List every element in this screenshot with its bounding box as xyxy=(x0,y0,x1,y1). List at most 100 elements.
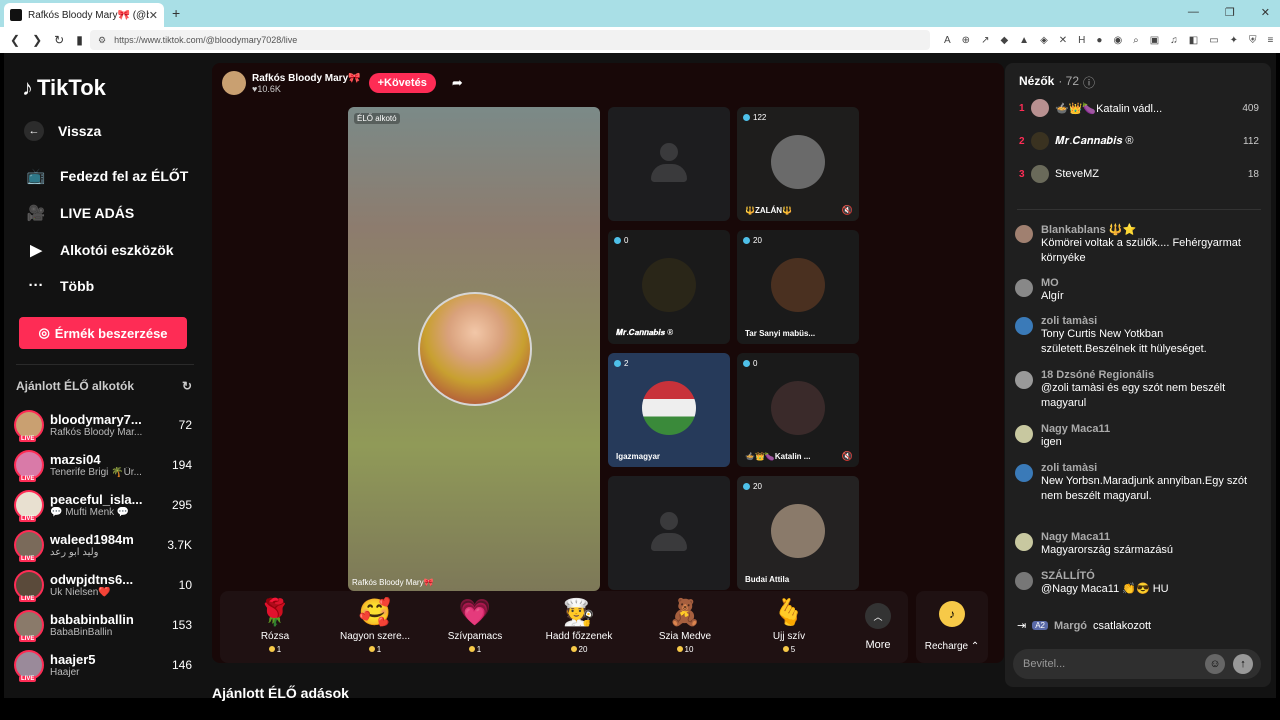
help-icon[interactable]: ⓘ xyxy=(1083,74,1095,91)
share-page-icon[interactable]: ↗ xyxy=(981,35,989,46)
chat-input[interactable]: Bevitel... ☺ ↑ xyxy=(1013,649,1261,679)
extension-icon[interactable]: ◈ xyxy=(1040,35,1048,46)
minimize-icon[interactable]: — xyxy=(1188,6,1199,19)
follow-button[interactable]: +Követés xyxy=(368,73,436,93)
chat-user[interactable]: zoli tamàsi xyxy=(1041,462,1255,474)
extension-icon[interactable]: ⌕ xyxy=(1133,35,1139,46)
creator-item[interactable]: LIVE peaceful_isla... 💬 Mufti Menk 💬 295 xyxy=(14,487,194,523)
forward-icon[interactable]: ❯ xyxy=(32,33,42,47)
chat-user[interactable]: Nagy Maca11 xyxy=(1041,423,1110,435)
join-user[interactable]: Margó xyxy=(1054,620,1087,632)
reload-icon[interactable]: ↻ xyxy=(54,33,64,47)
nav-label: Fedezd fel az ÉLŐT xyxy=(60,168,189,184)
more-gifts-button[interactable]: ︿ More xyxy=(856,603,900,651)
extension-icon[interactable]: ▣ xyxy=(1150,35,1159,46)
viewers-header: Nézők · 72 ⓘ xyxy=(1019,74,1095,91)
close-tab-icon[interactable]: ✕ xyxy=(149,9,158,22)
back-icon[interactable]: ❮ xyxy=(10,33,20,47)
creator-item[interactable]: LIVE odwpjdtns6... Uk Nielsen❤️ 10 xyxy=(14,567,194,603)
refresh-icon[interactable]: ↻ xyxy=(182,379,192,393)
zoom-icon[interactable]: ⊕ xyxy=(962,35,970,46)
chat-message: zoli tamàsi Tony Curtis New Yotkban szüle… xyxy=(1015,315,1255,357)
host-avatar[interactable] xyxy=(222,71,246,95)
top-viewer-row[interactable]: 1 🍲👑🍆Katalin vádl... 409 xyxy=(1019,97,1259,119)
chat-user[interactable]: zoli tamàsi xyxy=(1041,315,1255,327)
extension-icon[interactable]: ● xyxy=(1096,35,1102,46)
guest-tile-empty[interactable] xyxy=(608,107,730,221)
chevron-up-icon: ︿ xyxy=(865,603,891,629)
extension-icon[interactable]: H xyxy=(1078,35,1085,46)
tiktok-logo[interactable]: ♪ TikTok xyxy=(22,75,106,101)
avatar: LIVE xyxy=(14,570,44,602)
new-tab-button[interactable]: + xyxy=(172,5,180,21)
send-icon[interactable]: ↑ xyxy=(1233,654,1253,674)
music-icon[interactable]: ♫ xyxy=(1170,35,1178,46)
creator-item[interactable]: LIVE waleed1984m وليد ابو رعد 3.7K xyxy=(14,527,194,563)
guest-tile-empty[interactable] xyxy=(608,476,730,590)
top-viewer-row[interactable]: 3 SteveMZ 18 xyxy=(1019,163,1259,185)
recharge-button[interactable]: ♪ Recharge ⌃ xyxy=(916,591,988,663)
arrow-left-icon: ← xyxy=(24,121,44,141)
bookmark-icon[interactable]: ▮ xyxy=(76,33,83,47)
gift-item[interactable]: 🧑‍🍳 Hadd főzzenek 20 xyxy=(534,595,624,654)
guest-count: 2 xyxy=(614,359,628,368)
creator-item[interactable]: LIVE bababinballin BabaBinBallin 153 xyxy=(14,607,194,643)
chat-user[interactable]: MO xyxy=(1041,277,1064,289)
gift-item[interactable]: 🧸 Szia Medve 10 xyxy=(640,595,730,654)
creator-sub: 💬 Mufti Menk 💬 xyxy=(50,507,130,518)
guest-tile[interactable]: 2 Igazmagyar xyxy=(608,353,730,467)
get-coins-button[interactable]: ◎ Érmék beszerzése xyxy=(19,317,187,349)
divider xyxy=(1017,209,1261,210)
sidebar-icon[interactable]: ◧ xyxy=(1189,35,1198,46)
main-video[interactable]: ÉLŐ alkotó Rafkós Bloody Mary🎀 xyxy=(348,107,600,591)
viewer-score: 112 xyxy=(1243,135,1259,147)
creator-item[interactable]: LIVE bloodymary7... Rafkós Bloody Mar... … xyxy=(14,407,194,443)
rank: 2 xyxy=(1019,135,1025,147)
share-icon[interactable]: ➦ xyxy=(452,75,463,91)
avatar: LIVE xyxy=(14,650,44,682)
emoji-icon[interactable]: ☺ xyxy=(1205,654,1225,674)
guest-tile[interactable]: 20 Tar Sanyi mabüs... xyxy=(737,230,859,344)
nav-explore-live[interactable]: 📺 Fedezd fel az ÉLŐT xyxy=(24,167,189,185)
extension-icon[interactable]: ✕ xyxy=(1059,35,1067,46)
wallet-icon[interactable]: ▭ xyxy=(1209,35,1218,46)
guest-tile[interactable]: 0 𝑴𝒓.𝑪𝒂𝒏𝒏𝒂𝒃𝒊𝒔 ® xyxy=(608,230,730,344)
url-text: https://www.tiktok.com/@bloodymary7028/l… xyxy=(114,35,298,45)
chat-user[interactable]: Nagy Maca11 xyxy=(1041,531,1173,543)
nav-more[interactable]: ··· Több xyxy=(24,277,95,294)
gift-item[interactable]: 🌹 Rózsa 1 xyxy=(230,595,320,654)
gift-item[interactable]: 🫰 Ujj szív 5 xyxy=(744,595,834,654)
ai-icon[interactable]: ✦ xyxy=(1230,35,1238,46)
gift-item[interactable]: 🥰 Nagyon szere... 1 xyxy=(330,595,420,654)
join-notice: ⇥ A2 Margó csatlakozott xyxy=(1017,619,1151,633)
viewer-name: SteveMZ xyxy=(1055,168,1100,180)
menu-icon[interactable]: ≡ xyxy=(1268,35,1274,46)
nav-go-live[interactable]: 🎥 LIVE ADÁS xyxy=(24,204,135,222)
avatar xyxy=(1015,533,1033,551)
translate-icon[interactable]: A xyxy=(944,35,951,46)
guest-tile[interactable]: 122 🔱ZALÁN🔱 🔇 xyxy=(737,107,859,221)
gift-item[interactable]: 💗 Szívpamacs 1 xyxy=(430,595,520,654)
warning-icon[interactable]: ▲ xyxy=(1019,35,1029,46)
live-stream-area: Rafkós Bloody Mary🎀 ♥10.6K +Követés ➦ ÉL… xyxy=(212,63,1004,663)
creator-item[interactable]: LIVE haajer5 Haajer 146 xyxy=(14,647,194,683)
live-badge: LIVE xyxy=(19,436,37,442)
guest-tile[interactable]: 20 Budai Attila xyxy=(737,476,859,590)
close-window-icon[interactable]: ✕ xyxy=(1261,6,1270,19)
back-link[interactable]: ← Vissza xyxy=(24,121,101,141)
guest-tile[interactable]: 0 🍲👑🍆Katalin ... 🔇 xyxy=(737,353,859,467)
chat-user[interactable]: 18 Dzsóné Regionális xyxy=(1041,369,1255,381)
shield-icon[interactable]: ⛨ xyxy=(1249,35,1257,46)
creator-item[interactable]: LIVE mazsi04 Tenerife Brigi 🌴Ür... 194 xyxy=(14,447,194,483)
maximize-icon[interactable]: ❐ xyxy=(1225,6,1235,19)
host-name[interactable]: Rafkós Bloody Mary🎀 xyxy=(252,73,361,84)
chat-user[interactable]: SZÁLLÍTÓ xyxy=(1041,570,1169,582)
nav-creator-tools[interactable]: ▶ Alkotói eszközök xyxy=(24,241,173,259)
top-viewer-row[interactable]: 2 𝑴𝒓.𝑪𝒂𝒏𝒏𝒂𝒃𝒊𝒔 ® 112 xyxy=(1019,130,1259,152)
extension-icon[interactable]: ◉ xyxy=(1113,35,1122,46)
browser-tab[interactable]: Rafkós Bloody Mary🎀 (@blo ✕ xyxy=(4,3,164,27)
shield-icon[interactable]: ◆ xyxy=(1000,35,1008,46)
chat-user[interactable]: Blankablans 🔱⭐ xyxy=(1041,223,1255,236)
site-info-icon[interactable]: ⚙ xyxy=(98,35,106,46)
url-field[interactable]: ⚙ https://www.tiktok.com/@bloodymary7028… xyxy=(90,30,930,50)
